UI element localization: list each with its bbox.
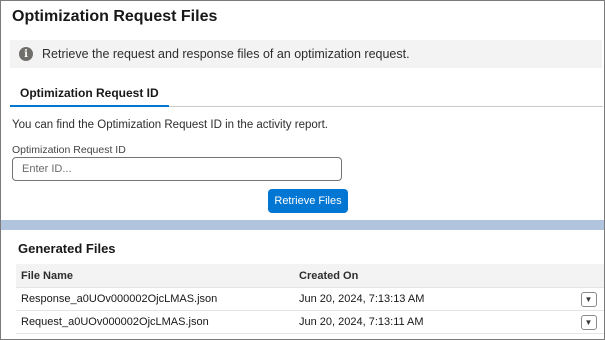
- page-title: Optimization Request Files: [12, 8, 218, 25]
- created-on-cell: Jun 20, 2024, 7:13:11 AM: [299, 316, 424, 328]
- tab-optimization-request-id[interactable]: Optimization Request ID: [10, 80, 169, 107]
- section-divider: [1, 220, 604, 230]
- table-row: Response_a0UOv000002OjcLMAS.json Jun 20,…: [16, 288, 604, 311]
- row-actions-chevron-down-icon[interactable]: ▼: [580, 291, 597, 307]
- column-header-created-on[interactable]: Created On: [299, 270, 573, 282]
- column-header-file-name[interactable]: File Name: [16, 270, 299, 282]
- tab-bar: Optimization Request ID: [10, 80, 603, 107]
- file-name-cell: Request_a0UOv000002OjcLMAS.json: [21, 316, 209, 328]
- info-icon: i: [19, 47, 33, 61]
- row-actions-chevron-down-icon[interactable]: ▼: [580, 314, 597, 330]
- request-id-label: Optimization Request ID: [12, 144, 126, 156]
- generated-files-table: File Name Created On Response_a0UOv00000…: [16, 264, 604, 334]
- file-name-cell: Response_a0UOv000002OjcLMAS.json: [21, 293, 218, 305]
- info-banner-text: Retrieve the request and response files …: [42, 47, 410, 61]
- help-text: You can find the Optimization Request ID…: [12, 119, 328, 131]
- created-on-cell: Jun 20, 2024, 7:13:13 AM: [299, 293, 425, 305]
- retrieve-files-button[interactable]: Retrieve Files: [268, 189, 348, 213]
- request-files-card: [1, 1, 604, 220]
- request-id-input[interactable]: [12, 157, 342, 181]
- table-row: Request_a0UOv000002OjcLMAS.json Jun 20, …: [16, 311, 604, 334]
- generated-files-title: Generated Files: [18, 241, 116, 256]
- table-header: File Name Created On: [16, 264, 604, 288]
- info-banner: i Retrieve the request and response file…: [10, 40, 602, 68]
